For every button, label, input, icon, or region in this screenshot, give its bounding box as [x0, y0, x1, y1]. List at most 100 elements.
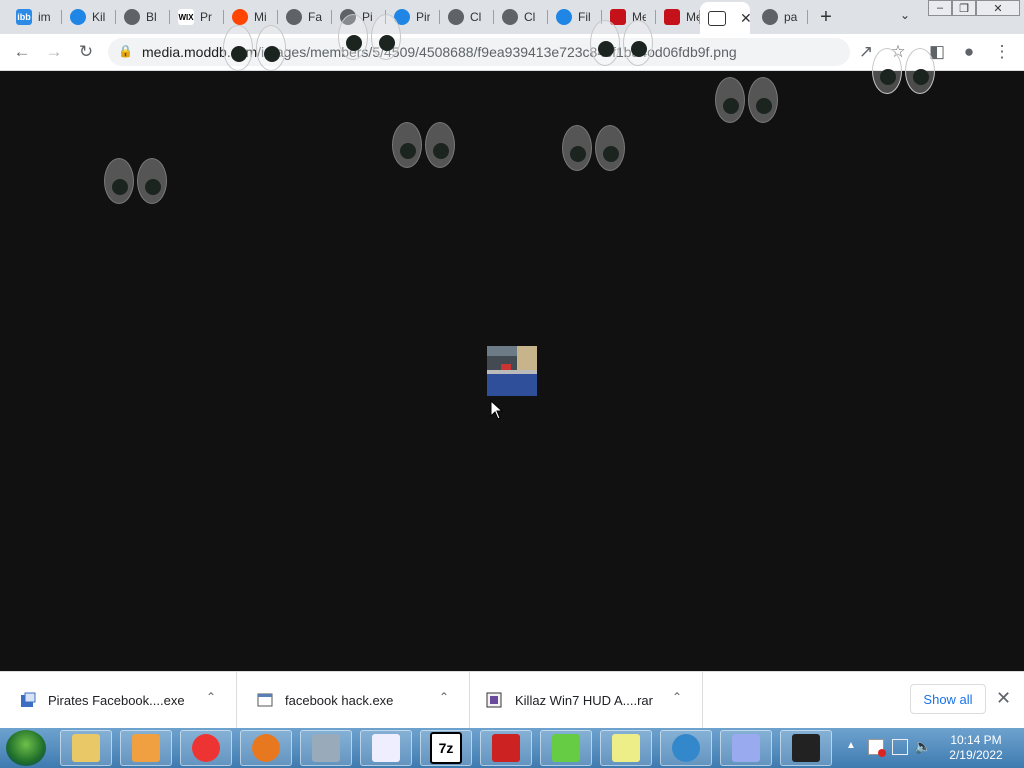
chevron-up-icon[interactable]: ⌃ — [672, 690, 682, 704]
volume-icon[interactable]: 🔈 — [914, 738, 931, 755]
taskbar-7-zip-button[interactable]: 7z — [420, 730, 472, 766]
eye — [425, 122, 455, 168]
reload-icon[interactable]: ↻ — [74, 41, 98, 63]
googly-eyes-icon — [392, 122, 458, 172]
eye — [338, 14, 368, 60]
edit-tool-icon — [612, 734, 640, 762]
download-item[interactable]: facebook hack.exe ⌃ — [237, 672, 470, 728]
start-button[interactable] — [6, 730, 46, 766]
installer-icon — [732, 734, 760, 762]
download-bar: Pirates Facebook....exe ⌃ facebook hack.… — [0, 671, 1024, 728]
green-character-icon — [552, 734, 580, 762]
globe-favicon-icon — [124, 9, 140, 25]
new-tab-button[interactable]: + — [814, 6, 838, 28]
pirate-game-icon — [492, 734, 520, 762]
browser-tab[interactable]: Cl — [440, 4, 494, 30]
download-filename: Pirates Facebook....exe — [48, 693, 185, 708]
browser-tab[interactable]: Bl — [116, 4, 170, 30]
taskbar-media-player-button[interactable] — [120, 730, 172, 766]
profile-avatar-icon[interactable]: ● — [957, 41, 981, 63]
globe-favicon-icon — [448, 9, 464, 25]
chevron-up-icon[interactable]: ⌃ — [439, 690, 449, 704]
pupil — [145, 179, 161, 195]
moddb-favicon-icon — [664, 9, 680, 25]
taskbar-pirate-game-button[interactable] — [480, 730, 532, 766]
googly-eyes-icon — [715, 77, 781, 127]
globe-favicon-icon — [762, 9, 778, 25]
browser-tab[interactable]: ✕ — [700, 2, 750, 34]
show-hidden-icons-icon[interactable]: ▲ — [846, 740, 856, 751]
googly-eyes-icon — [562, 125, 628, 175]
pupil — [631, 41, 647, 57]
taskbar-chrome-button[interactable] — [180, 730, 232, 766]
taskbar-explorer-button[interactable] — [60, 730, 112, 766]
close-download-bar-icon[interactable]: ✕ — [996, 688, 1011, 709]
taskbar-notepad-list-button[interactable] — [360, 730, 412, 766]
download-item[interactable]: Pirates Facebook....exe ⌃ — [0, 672, 237, 728]
displayed-image[interactable] — [487, 346, 537, 396]
taskbar-game-app-button[interactable] — [780, 730, 832, 766]
frame-favicon-icon — [708, 10, 726, 26]
tab-title: Pir — [416, 10, 430, 24]
browser-toolbar: ← → ↻ 🔒 media.moddb.com/images/members/5… — [0, 34, 1024, 71]
tab-title: Cl — [470, 10, 482, 24]
taskbar-firefox-button[interactable] — [240, 730, 292, 766]
pupil — [603, 146, 619, 162]
eye — [748, 77, 778, 123]
eye — [371, 14, 401, 60]
tab-title: Mi — [254, 10, 267, 24]
pupil — [346, 35, 362, 51]
address-bar[interactable]: 🔒 media.moddb.com/images/members/5/4509/… — [108, 38, 850, 66]
action-center-flag-icon[interactable] — [868, 739, 886, 757]
menu-kebab-icon[interactable]: ⋮ — [990, 41, 1014, 63]
media-player-icon — [132, 734, 160, 762]
chevron-up-icon[interactable]: ⌃ — [206, 690, 216, 704]
eye — [392, 122, 422, 168]
eye — [872, 48, 902, 94]
browser-tab[interactable]: ibb im — [8, 4, 62, 30]
eye — [715, 77, 745, 123]
browser-tab[interactable]: Me — [656, 4, 700, 30]
show-all-downloads-button[interactable]: Show all — [910, 684, 986, 714]
browser-tab[interactable]: Cl — [494, 4, 548, 30]
tab-search-button[interactable]: ⌄ — [894, 8, 916, 26]
googly-eyes-icon — [872, 48, 938, 98]
window-icon — [257, 692, 273, 708]
facebook-icon — [672, 734, 700, 762]
minimize-button[interactable]: – — [928, 0, 952, 16]
maximize-button[interactable]: ❐ — [952, 0, 976, 16]
browser-tab[interactable]: Kil — [62, 4, 116, 30]
lock-icon[interactable]: 🔒 — [118, 44, 133, 58]
network-icon[interactable] — [892, 739, 908, 755]
archive-icon — [486, 692, 502, 708]
taskbar-facebook-button[interactable] — [660, 730, 712, 766]
tab-title: pa — [784, 10, 798, 24]
taskbar-green-character-button[interactable] — [540, 730, 592, 766]
pupil — [112, 179, 128, 195]
tab-title: Pr — [200, 10, 212, 24]
taskbar-network-tool-button[interactable] — [300, 730, 352, 766]
browser-tab[interactable]: pa — [754, 4, 808, 30]
eye — [590, 20, 620, 66]
pupil — [723, 98, 739, 114]
tab-title: Cl — [524, 10, 536, 24]
download-item[interactable]: Killaz Win7 HUD A....rar ⌃ — [470, 672, 703, 728]
back-icon[interactable]: ← — [10, 41, 34, 63]
pupil — [598, 41, 614, 57]
tab-separator — [807, 10, 808, 24]
app-icon — [20, 692, 36, 708]
browser-tab[interactable]: WIX Pr — [170, 4, 224, 30]
forward-icon[interactable]: → — [42, 41, 66, 63]
close-window-button[interactable]: ✕ — [976, 0, 1020, 16]
taskbar-edit-tool-button[interactable] — [600, 730, 652, 766]
close-tab-icon[interactable]: ✕ — [740, 10, 750, 27]
globe-favicon-icon — [502, 9, 518, 25]
taskbar-installer-button[interactable] — [720, 730, 772, 766]
googly-eyes-icon — [590, 20, 656, 70]
explorer-icon — [72, 734, 100, 762]
pupil — [880, 69, 896, 85]
clock[interactable]: 10:14 PM 2/19/2022 — [940, 733, 1012, 763]
tab-title: Me — [686, 10, 700, 24]
eye — [137, 158, 167, 204]
tab-title: Fa — [308, 10, 322, 24]
